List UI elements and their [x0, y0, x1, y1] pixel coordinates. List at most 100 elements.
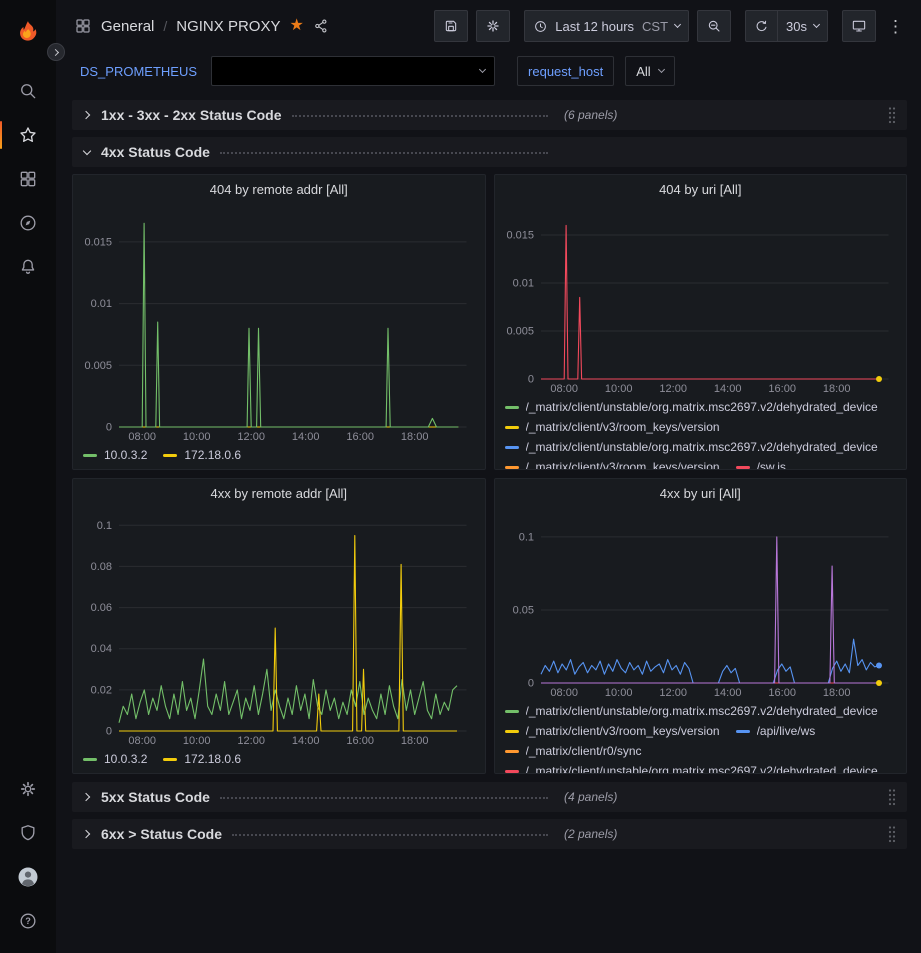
save-dashboard-button[interactable] — [434, 10, 468, 42]
row-5xx[interactable]: 5xx Status Code (4 panels) — [72, 782, 907, 812]
panel-title[interactable]: 4xx by remote addr [All] — [73, 479, 485, 507]
explore-compass-icon[interactable] — [6, 202, 50, 244]
variable-label-ds-prometheus[interactable]: DS_PROMETHEUS — [80, 64, 203, 79]
svg-text:0.01: 0.01 — [91, 298, 112, 310]
server-admin-shield-icon[interactable] — [6, 812, 50, 854]
legend-item[interactable]: 172.18.0.6 — [163, 749, 241, 769]
dashboard-title[interactable]: NGINX PROXY — [176, 18, 280, 35]
svg-text:12:00: 12:00 — [659, 383, 687, 395]
legend-item[interactable]: /sw.js — [736, 457, 786, 469]
search-icon[interactable] — [6, 70, 50, 112]
svg-text:16:00: 16:00 — [768, 687, 796, 699]
chevron-down-icon — [479, 66, 486, 73]
tv-mode-button[interactable] — [842, 10, 876, 42]
share-icon[interactable] — [313, 18, 329, 34]
refresh-button[interactable] — [745, 10, 777, 42]
datasource-dropdown[interactable] — [211, 56, 495, 86]
svg-text:0.01: 0.01 — [512, 278, 533, 290]
legend-item[interactable]: /_matrix/client/v3/room_keys/version — [505, 417, 720, 437]
timeseries-chart[interactable]: 00.0050.010.01508:0010:0012:0014:0016:00… — [499, 203, 903, 395]
variables-row: DS_PROMETHEUS request_host All — [56, 52, 921, 96]
legend-series-label: /_matrix/client/v3/room_keys/version — [526, 417, 720, 437]
row-title: 5xx Status Code — [101, 789, 210, 805]
row-4xx[interactable]: 4xx Status Code — [72, 137, 907, 167]
svg-text:08:00: 08:00 — [550, 383, 578, 395]
legend-series-swatch — [163, 454, 177, 457]
starred-nav-icon[interactable] — [6, 114, 50, 156]
svg-text:0: 0 — [106, 726, 112, 738]
svg-text:0.005: 0.005 — [506, 326, 534, 338]
more-options-kebab-icon[interactable]: ⋮ — [884, 18, 907, 35]
row-dots — [220, 797, 548, 799]
legend-item[interactable]: 10.0.3.2 — [83, 749, 147, 769]
row-drag-handle[interactable] — [885, 104, 899, 126]
refresh-interval-dropdown[interactable]: 30s — [777, 10, 828, 42]
svg-text:0.005: 0.005 — [84, 360, 112, 372]
svg-text:0.08: 0.08 — [91, 561, 112, 573]
dashboard-header: General / NGINX PROXY ★ Last 12 hours — [56, 0, 921, 52]
settings-gear-icon[interactable] — [6, 768, 50, 810]
alerting-bell-icon[interactable] — [6, 246, 50, 288]
time-range-picker[interactable]: Last 12 hours CST — [524, 10, 689, 42]
legend-series-label: 10.0.3.2 — [104, 749, 147, 769]
panel-legend: 10.0.3.2 172.18.0.6 — [73, 747, 485, 773]
row-drag-handle[interactable] — [885, 823, 899, 845]
variable-label-request-host[interactable]: request_host — [517, 56, 614, 86]
clock-icon — [533, 19, 548, 34]
row-6xx[interactable]: 6xx > Status Code (2 panels) — [72, 819, 907, 849]
svg-text:12:00: 12:00 — [237, 431, 265, 443]
timeseries-chart[interactable]: 00.020.040.060.080.108:0010:0012:0014:00… — [77, 507, 481, 747]
legend-item[interactable]: /_matrix/client/r0/sync — [505, 741, 642, 761]
legend-series-swatch — [736, 730, 750, 733]
legend-series-label: /_matrix/client/unstable/org.matrix.msc2… — [526, 397, 878, 417]
svg-text:12:00: 12:00 — [237, 735, 265, 747]
legend-item[interactable]: 10.0.3.2 — [83, 445, 147, 465]
row-drag-handle[interactable] — [885, 786, 899, 808]
favorite-star-icon[interactable]: ★ — [289, 18, 303, 34]
chevron-right-icon — [80, 112, 94, 118]
svg-text:18:00: 18:00 — [822, 383, 850, 395]
grafana-logo[interactable] — [6, 9, 50, 55]
svg-text:10:00: 10:00 — [183, 735, 211, 747]
legend-item[interactable]: /_matrix/client/unstable/org.matrix.msc2… — [505, 701, 878, 721]
dashboards-nav-icon[interactable] — [6, 158, 50, 200]
svg-text:0.06: 0.06 — [91, 602, 112, 614]
legend-item[interactable]: /_matrix/client/unstable/org.matrix.msc2… — [505, 437, 878, 457]
panel-legend: 10.0.3.2 172.18.0.6 — [73, 443, 485, 469]
panel-404-by-uri-all: 404 by uri [All]00.0050.010.01508:0010:0… — [494, 174, 908, 470]
panel-title[interactable]: 404 by uri [All] — [495, 175, 907, 203]
timeseries-chart[interactable]: 00.0050.010.01508:0010:0012:0014:0016:00… — [77, 203, 481, 443]
dashboard-settings-button[interactable] — [476, 10, 510, 42]
zoom-out-button[interactable] — [697, 10, 731, 42]
svg-text:14:00: 14:00 — [292, 735, 320, 747]
legend-series-swatch — [505, 770, 519, 773]
expand-sidebar-button[interactable] — [47, 43, 65, 61]
legend-item[interactable]: 172.18.0.6 — [163, 445, 241, 465]
chevron-down-icon — [658, 66, 665, 73]
panel-title[interactable]: 4xx by uri [All] — [495, 479, 907, 507]
legend-series-swatch — [505, 426, 519, 429]
legend-item[interactable]: /api/live/ws — [736, 721, 816, 741]
row-title: 1xx - 3xx - 2xx Status Code — [101, 107, 282, 123]
panel-legend: /_matrix/client/unstable/org.matrix.msc2… — [495, 699, 907, 773]
request-host-dropdown[interactable]: All — [625, 56, 674, 86]
svg-text:14:00: 14:00 — [713, 383, 741, 395]
help-icon[interactable]: ? — [6, 900, 50, 942]
user-avatar[interactable] — [6, 856, 50, 898]
svg-text:10:00: 10:00 — [183, 431, 211, 443]
breadcrumb-folder[interactable]: General — [101, 18, 154, 35]
panel-404-by-remote-addr-all: 404 by remote addr [All]00.0050.010.0150… — [72, 174, 486, 470]
legend-series-label: /_matrix/client/unstable/org.matrix.msc2… — [526, 761, 878, 773]
legend-item[interactable]: /_matrix/client/v3/room_keys/version — [505, 721, 720, 741]
svg-text:16:00: 16:00 — [768, 383, 796, 395]
svg-text:0: 0 — [527, 374, 533, 386]
legend-item[interactable]: /_matrix/client/unstable/org.matrix.msc2… — [505, 761, 878, 773]
timeseries-chart[interactable]: 00.050.108:0010:0012:0014:0016:0018:00 — [499, 507, 903, 699]
panel-title[interactable]: 404 by remote addr [All] — [73, 175, 485, 203]
svg-text:14:00: 14:00 — [713, 687, 741, 699]
row-1xx-3xx-2xx[interactable]: 1xx - 3xx - 2xx Status Code (6 panels) — [72, 100, 907, 130]
row-panel-count: (4 panels) — [564, 790, 617, 804]
legend-item[interactable]: /_matrix/client/unstable/org.matrix.msc2… — [505, 397, 878, 417]
svg-text:0.04: 0.04 — [91, 643, 112, 655]
legend-item[interactable]: /_matrix/client/v3/room_keys/version — [505, 457, 720, 469]
